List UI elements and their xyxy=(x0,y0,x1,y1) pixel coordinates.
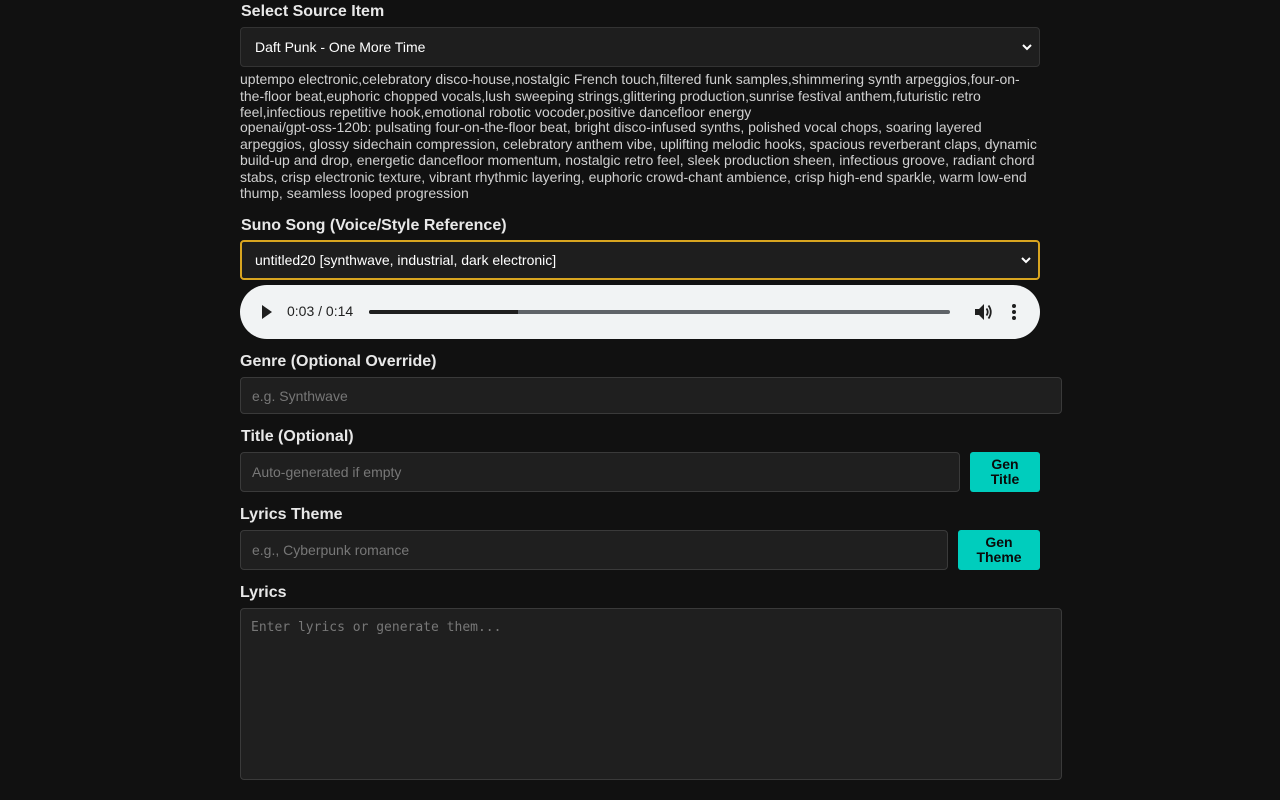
source-item-label: Select Source Item xyxy=(241,3,385,20)
volume-icon[interactable] xyxy=(974,303,992,321)
audio-seek-bar[interactable] xyxy=(369,310,950,314)
suno-song-select[interactable]: untitled20 [synthwave, industrial, dark … xyxy=(240,240,1040,280)
title-input[interactable]: Auto-generated if empty xyxy=(240,452,960,492)
source-item-tags: uptempo electronic,celebratory disco-hou… xyxy=(240,71,1020,120)
suno-song-selected: untitled20 [synthwave, industrial, dark … xyxy=(255,252,557,268)
lyrics-label: Lyrics xyxy=(240,584,287,601)
gen-theme-button[interactable]: Gen Theme xyxy=(958,530,1040,570)
lyrics-theme-input[interactable]: e.g., Cyberpunk romance xyxy=(240,530,948,570)
genre-label: Genre (Optional Override) xyxy=(240,353,437,370)
gen-title-button[interactable]: Gen Title xyxy=(970,452,1040,492)
audio-player: 0:03 / 0:14 xyxy=(240,285,1040,339)
title-label: Title (Optional) xyxy=(241,428,354,445)
play-icon[interactable] xyxy=(260,304,274,320)
lyrics-theme-label: Lyrics Theme xyxy=(240,506,343,523)
source-item-model-description: openai/gpt-oss-120b: pulsating four-on-t… xyxy=(240,119,1037,201)
chevron-down-icon xyxy=(1021,257,1031,264)
source-item-select[interactable]: Daft Punk - One More Time xyxy=(240,27,1040,67)
lyrics-textarea[interactable]: Enter lyrics or generate them... xyxy=(240,608,1062,780)
audio-time: 0:03 / 0:14 xyxy=(287,303,354,319)
genre-input[interactable]: e.g. Synthwave xyxy=(240,377,1062,414)
audio-seek-played xyxy=(369,310,519,314)
suno-song-label: Suno Song (Voice/Style Reference) xyxy=(241,217,507,234)
more-vert-icon[interactable] xyxy=(1006,303,1022,321)
source-item-selected: Daft Punk - One More Time xyxy=(255,39,426,55)
chevron-down-icon xyxy=(1022,44,1032,51)
